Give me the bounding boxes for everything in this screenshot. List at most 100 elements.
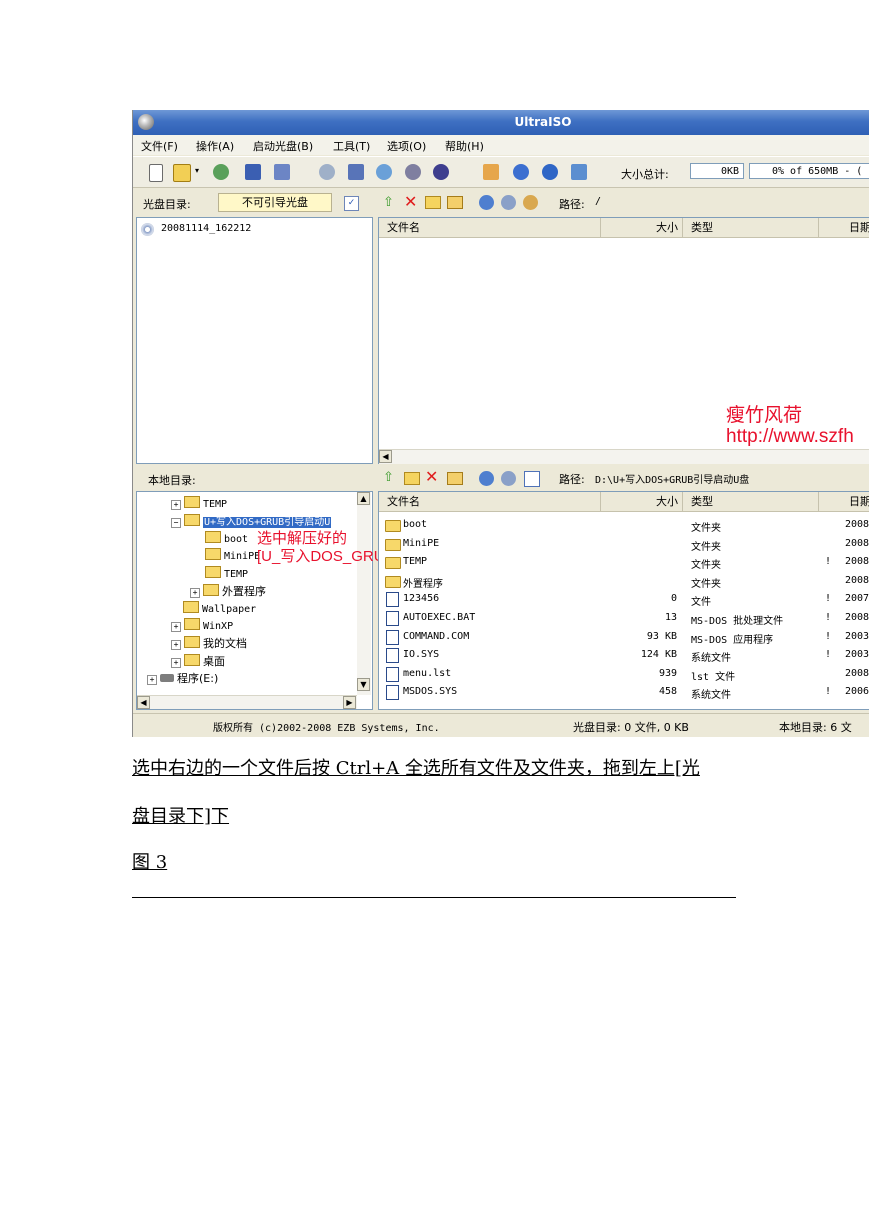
tree-node[interactable]: + 我的文档 (171, 635, 247, 652)
disc-col-name[interactable]: 文件名 (379, 218, 601, 238)
table-row[interactable]: MiniPE 文件夹 2008 (379, 535, 869, 553)
local-up-icon[interactable]: ⇧ (383, 471, 394, 485)
folder-icon (184, 618, 200, 630)
settings-gear-icon[interactable] (501, 195, 516, 210)
save-icon[interactable] (245, 164, 261, 180)
collapse-icon[interactable]: − (171, 518, 181, 528)
open-icon[interactable] (173, 164, 191, 182)
size-total-label: 大小总计: (621, 168, 669, 181)
scroll-down-icon[interactable]: ▼ (357, 678, 370, 691)
up-arrow-icon[interactable]: ⇧ (383, 196, 397, 210)
disc-col-size[interactable]: 大小 (601, 218, 683, 238)
mount-icon[interactable] (376, 164, 392, 180)
tree-node-selected[interactable]: − U+写入DOS+GRUB引导启动U (171, 513, 332, 530)
file-flag: ! (825, 630, 832, 642)
disc-tree-pane[interactable]: 20081114_162212 (136, 217, 373, 464)
exit-icon[interactable] (571, 164, 587, 180)
extract-icon[interactable] (213, 164, 229, 180)
table-row[interactable]: COMMAND.COM 93 KB MS-DOS 应用程序! 2003 (379, 628, 869, 646)
file-type: 文件夹 (691, 541, 721, 553)
disc-path-value: / (595, 196, 602, 207)
menu-file[interactable]: 文件(F) (141, 138, 178, 154)
help-icon[interactable] (542, 164, 558, 180)
local-refresh-icon[interactable] (524, 471, 540, 487)
tree-node[interactable]: + 程序(E:) (147, 670, 218, 687)
local-col-name[interactable]: 文件名 (379, 492, 601, 512)
tree-hscroll[interactable]: ◀ ▶ (137, 695, 357, 709)
table-row[interactable]: 123456 0 文件! 2007 (379, 590, 869, 608)
folder-icon (184, 496, 200, 508)
folder-icon (385, 557, 401, 570)
expand-icon[interactable]: + (171, 500, 181, 510)
scroll-left-icon[interactable]: ◀ (137, 696, 150, 709)
menu-help[interactable]: 帮助(H) (445, 138, 484, 154)
expand-icon[interactable]: + (171, 622, 181, 632)
local-add-icon[interactable] (479, 471, 494, 486)
local-delete-icon[interactable]: ✕ (425, 469, 438, 485)
table-row[interactable]: 外置程序 文件夹 2008 (379, 572, 869, 590)
tree-node[interactable]: + 外置程序 (190, 583, 266, 600)
file-size: 124 KB (640, 649, 677, 661)
file-name: menu.lst (403, 667, 452, 679)
local-col-size[interactable]: 大小 (601, 492, 683, 512)
disc-hscroll[interactable]: ◀ (379, 449, 869, 464)
drive-icon (160, 674, 174, 682)
boot-type-select[interactable]: 不可引导光盘 (218, 193, 332, 212)
table-row[interactable]: menu.lst 939 lst 文件 2008 (379, 665, 869, 683)
compile-icon[interactable] (479, 195, 494, 210)
table-row[interactable]: IO.SYS 124 KB 系统文件! 2003 (379, 646, 869, 664)
refresh-icon[interactable] (523, 195, 538, 210)
disc-col-date[interactable]: 日期 (819, 218, 869, 238)
local-gear-icon[interactable] (501, 471, 516, 486)
open-dropdown-icon[interactable]: ▾ (195, 166, 201, 182)
local-file-list[interactable]: 文件名 大小 类型 日期 boot 文件夹 2008 MiniPE 文件夹 2008 TEM… (378, 491, 869, 710)
rename-icon[interactable] (447, 196, 463, 209)
scroll-right-icon[interactable]: ▶ (343, 696, 356, 709)
properties-icon[interactable] (483, 164, 499, 180)
tree-vscroll[interactable]: ▲ ▼ (357, 492, 371, 695)
table-row[interactable]: boot 文件夹 2008 (379, 516, 869, 534)
scroll-up-icon[interactable]: ▲ (357, 492, 370, 505)
tree-node[interactable]: + WinXP (171, 618, 233, 635)
menu-tools[interactable]: 工具(T) (333, 138, 370, 154)
file-type: 文件夹 (691, 560, 721, 572)
table-row[interactable]: AUTOEXEC.BAT 13 MS-DOS 批处理文件! 2008 (379, 609, 869, 627)
disc-root-node[interactable]: 20081114_162212 (161, 223, 251, 234)
local-new-folder-icon[interactable] (404, 472, 420, 485)
table-row[interactable]: TEMP 文件夹! 2008 (379, 553, 869, 571)
local-rename-icon[interactable] (447, 472, 463, 485)
tree-node[interactable]: MiniPE (205, 548, 260, 565)
local-tree-pane[interactable]: + TEMP − U+写入DOS+GRUB引导启动U boot MiniPE TEM… (136, 491, 373, 710)
local-col-type[interactable]: 类型 (683, 492, 819, 512)
tree-node[interactable]: Wallpaper (183, 601, 256, 618)
tree-node[interactable]: boot (205, 531, 248, 548)
new-folder-icon[interactable] (425, 196, 441, 209)
expand-icon[interactable]: + (171, 640, 181, 650)
extract-files-icon[interactable] (319, 164, 335, 180)
watermark-url: http://www.szfh (726, 426, 854, 447)
new-icon[interactable] (149, 164, 163, 182)
disc-col-type[interactable]: 类型 (683, 218, 819, 238)
menu-actions[interactable]: 操作(A) (196, 138, 234, 154)
expand-icon[interactable]: + (190, 588, 200, 598)
local-col-date[interactable]: 日期 (819, 492, 869, 512)
burn-icon[interactable] (405, 164, 421, 180)
menu-bootable[interactable]: 启动光盘(B) (253, 138, 313, 154)
boot-check-icon[interactable]: ✓ (344, 196, 359, 211)
tree-node[interactable]: + 桌面 (171, 653, 225, 670)
save-as-icon[interactable] (274, 164, 290, 180)
make-cd-image-icon[interactable] (348, 164, 364, 180)
virtual-drive-icon[interactable] (433, 164, 449, 180)
scroll-left-icon[interactable]: ◀ (379, 450, 392, 463)
table-row[interactable]: MSDOS.SYS 458 系统文件! 2006 (379, 683, 869, 701)
tree-node[interactable]: + TEMP (171, 496, 227, 513)
local-path-label: 路径: (559, 473, 585, 486)
tree-node[interactable]: TEMP (205, 566, 248, 583)
folder-icon (203, 584, 219, 596)
expand-icon[interactable]: + (147, 675, 157, 685)
expand-icon[interactable]: + (171, 658, 181, 668)
info-icon[interactable] (513, 164, 529, 180)
menu-options[interactable]: 选项(O) (387, 138, 426, 154)
file-name: AUTOEXEC.BAT (403, 612, 476, 623)
delete-icon[interactable]: ✕ (404, 194, 417, 210)
